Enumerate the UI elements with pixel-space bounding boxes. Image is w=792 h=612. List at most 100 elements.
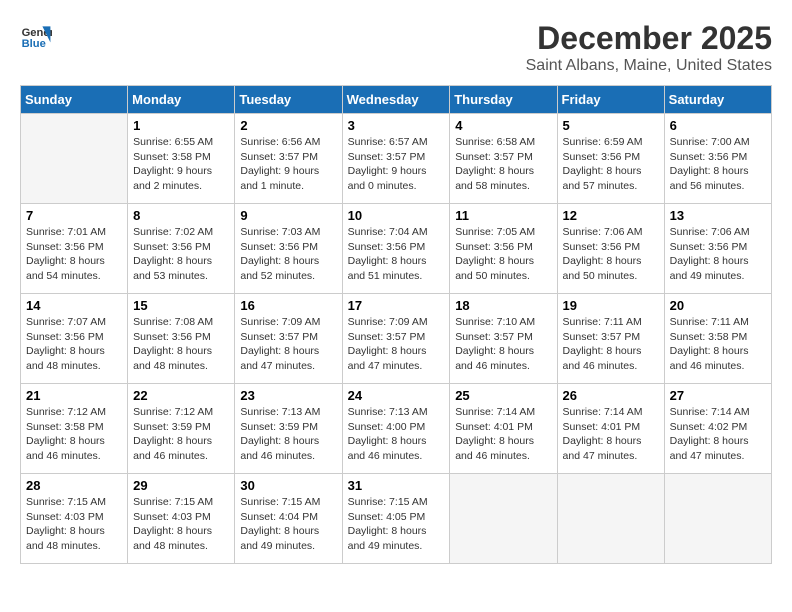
weekday-header: Thursday: [450, 86, 557, 114]
title-area: December 2025 Saint Albans, Maine, Unite…: [526, 20, 772, 75]
calendar-cell: 30 Sunrise: 7:15 AM Sunset: 4:04 PM Dayli…: [235, 474, 342, 564]
calendar-cell: 12Sunrise: 7:06 AM Sunset: 3:56 PM Dayli…: [557, 204, 664, 294]
day-number: 23: [240, 388, 336, 403]
calendar-cell: 21 Sunrise: 7:12 AM Sunset: 3:58 PM Dayli…: [21, 384, 128, 474]
calendar-cell: 9 Sunrise: 7:03 AM Sunset: 3:56 PM Daylig…: [235, 204, 342, 294]
day-info: Sunrise: 7:07 AM Sunset: 3:56 PM Dayligh…: [26, 315, 122, 374]
day-number: 9: [240, 208, 336, 223]
day-info: Sunrise: 7:03 AM Sunset: 3:56 PM Dayligh…: [240, 225, 336, 284]
day-number: 6: [670, 118, 766, 133]
day-info: Sunrise: 7:15 AM Sunset: 4:04 PM Dayligh…: [240, 495, 336, 554]
day-info: Sunrise: 7:01 AM Sunset: 3:56 PM Dayligh…: [26, 225, 122, 284]
calendar-table: SundayMondayTuesdayWednesdayThursdayFrid…: [20, 85, 772, 564]
day-info: Sunrise: 7:12 AM Sunset: 3:59 PM Dayligh…: [133, 405, 229, 464]
day-info: Sunrise: 7:15 AM Sunset: 4:03 PM Dayligh…: [26, 495, 122, 554]
calendar-cell: [21, 114, 128, 204]
day-number: 25: [455, 388, 551, 403]
day-info: Sunrise: 7:13 AM Sunset: 4:00 PM Dayligh…: [348, 405, 445, 464]
day-number: 19: [563, 298, 659, 313]
day-number: 17: [348, 298, 445, 313]
day-info: Sunrise: 7:09 AM Sunset: 3:57 PM Dayligh…: [240, 315, 336, 374]
calendar-cell: 29 Sunrise: 7:15 AM Sunset: 4:03 PM Dayli…: [128, 474, 235, 564]
calendar-cell: 14 Sunrise: 7:07 AM Sunset: 3:56 PM Dayli…: [21, 294, 128, 384]
calendar-week-row: 7Sunrise: 7:01 AM Sunset: 3:56 PM Daylig…: [21, 204, 772, 294]
day-info: Sunrise: 6:59 AM Sunset: 3:56 PM Dayligh…: [563, 135, 659, 194]
day-info: Sunrise: 7:05 AM Sunset: 3:56 PM Dayligh…: [455, 225, 551, 284]
calendar-cell: 4 Sunrise: 6:58 AM Sunset: 3:57 PM Daylig…: [450, 114, 557, 204]
day-number: 18: [455, 298, 551, 313]
day-number: 30: [240, 478, 336, 493]
day-info: Sunrise: 7:11 AM Sunset: 3:57 PM Dayligh…: [563, 315, 659, 374]
day-number: 26: [563, 388, 659, 403]
location-title: Saint Albans, Maine, United States: [526, 57, 772, 75]
calendar-cell: 25 Sunrise: 7:14 AM Sunset: 4:01 PM Dayli…: [450, 384, 557, 474]
day-info: Sunrise: 6:55 AM Sunset: 3:58 PM Dayligh…: [133, 135, 229, 194]
weekday-header: Tuesday: [235, 86, 342, 114]
calendar-week-row: 21 Sunrise: 7:12 AM Sunset: 3:58 PM Dayli…: [21, 384, 772, 474]
calendar-cell: 17 Sunrise: 7:09 AM Sunset: 3:57 PM Dayli…: [342, 294, 450, 384]
day-number: 21: [26, 388, 122, 403]
day-number: 28: [26, 478, 122, 493]
calendar-cell: 19 Sunrise: 7:11 AM Sunset: 3:57 PM Dayli…: [557, 294, 664, 384]
calendar-cell: 6 Sunrise: 7:00 AM Sunset: 3:56 PM Daylig…: [664, 114, 771, 204]
day-number: 2: [240, 118, 336, 133]
day-number: 4: [455, 118, 551, 133]
calendar-cell: 8 Sunrise: 7:02 AM Sunset: 3:56 PM Daylig…: [128, 204, 235, 294]
weekday-header: Saturday: [664, 86, 771, 114]
month-title: December 2025: [526, 20, 772, 57]
weekday-header: Sunday: [21, 86, 128, 114]
day-info: Sunrise: 7:08 AM Sunset: 3:56 PM Dayligh…: [133, 315, 229, 374]
calendar-cell: 1 Sunrise: 6:55 AM Sunset: 3:58 PM Daylig…: [128, 114, 235, 204]
day-info: Sunrise: 6:56 AM Sunset: 3:57 PM Dayligh…: [240, 135, 336, 194]
day-info: Sunrise: 7:11 AM Sunset: 3:58 PM Dayligh…: [670, 315, 766, 374]
day-info: Sunrise: 7:14 AM Sunset: 4:01 PM Dayligh…: [455, 405, 551, 464]
day-info: Sunrise: 7:12 AM Sunset: 3:58 PM Dayligh…: [26, 405, 122, 464]
day-info: Sunrise: 6:58 AM Sunset: 3:57 PM Dayligh…: [455, 135, 551, 194]
day-number: 8: [133, 208, 229, 223]
calendar-cell: 26 Sunrise: 7:14 AM Sunset: 4:01 PM Dayli…: [557, 384, 664, 474]
calendar-cell: 15Sunrise: 7:08 AM Sunset: 3:56 PM Dayli…: [128, 294, 235, 384]
calendar-cell: 5 Sunrise: 6:59 AM Sunset: 3:56 PM Daylig…: [557, 114, 664, 204]
day-number: 14: [26, 298, 122, 313]
day-info: Sunrise: 6:57 AM Sunset: 3:57 PM Dayligh…: [348, 135, 445, 194]
day-info: Sunrise: 7:04 AM Sunset: 3:56 PM Dayligh…: [348, 225, 445, 284]
calendar-cell: 10 Sunrise: 7:04 AM Sunset: 3:56 PM Dayli…: [342, 204, 450, 294]
day-info: Sunrise: 7:00 AM Sunset: 3:56 PM Dayligh…: [670, 135, 766, 194]
day-number: 12: [563, 208, 659, 223]
day-info: Sunrise: 7:02 AM Sunset: 3:56 PM Dayligh…: [133, 225, 229, 284]
day-info: Sunrise: 7:14 AM Sunset: 4:02 PM Dayligh…: [670, 405, 766, 464]
day-info: Sunrise: 7:14 AM Sunset: 4:01 PM Dayligh…: [563, 405, 659, 464]
calendar-cell: 7Sunrise: 7:01 AM Sunset: 3:56 PM Daylig…: [21, 204, 128, 294]
day-info: Sunrise: 7:06 AM Sunset: 3:56 PM Dayligh…: [670, 225, 766, 284]
day-number: 29: [133, 478, 229, 493]
day-info: Sunrise: 7:10 AM Sunset: 3:57 PM Dayligh…: [455, 315, 551, 374]
day-number: 27: [670, 388, 766, 403]
day-number: 10: [348, 208, 445, 223]
weekday-header: Wednesday: [342, 86, 450, 114]
day-info: Sunrise: 7:15 AM Sunset: 4:03 PM Dayligh…: [133, 495, 229, 554]
calendar-cell: 24Sunrise: 7:13 AM Sunset: 4:00 PM Dayli…: [342, 384, 450, 474]
logo: General Blue: [20, 20, 52, 52]
day-number: 5: [563, 118, 659, 133]
day-info: Sunrise: 7:15 AM Sunset: 4:05 PM Dayligh…: [348, 495, 445, 554]
day-number: 11: [455, 208, 551, 223]
calendar-cell: 3Sunrise: 6:57 AM Sunset: 3:57 PM Daylig…: [342, 114, 450, 204]
day-number: 1: [133, 118, 229, 133]
day-info: Sunrise: 7:09 AM Sunset: 3:57 PM Dayligh…: [348, 315, 445, 374]
calendar-cell: [557, 474, 664, 564]
weekday-header: Monday: [128, 86, 235, 114]
day-number: 22: [133, 388, 229, 403]
calendar-cell: 28 Sunrise: 7:15 AM Sunset: 4:03 PM Dayli…: [21, 474, 128, 564]
calendar-cell: [450, 474, 557, 564]
calendar-cell: 18 Sunrise: 7:10 AM Sunset: 3:57 PM Dayli…: [450, 294, 557, 384]
day-info: Sunrise: 7:13 AM Sunset: 3:59 PM Dayligh…: [240, 405, 336, 464]
logo-icon: General Blue: [20, 20, 52, 52]
calendar-week-row: 1 Sunrise: 6:55 AM Sunset: 3:58 PM Daylig…: [21, 114, 772, 204]
page-header: General Blue December 2025 Saint Albans,…: [20, 20, 772, 75]
calendar-cell: 20Sunrise: 7:11 AM Sunset: 3:58 PM Dayli…: [664, 294, 771, 384]
calendar-cell: 27 Sunrise: 7:14 AM Sunset: 4:02 PM Dayli…: [664, 384, 771, 474]
calendar-week-row: 28 Sunrise: 7:15 AM Sunset: 4:03 PM Dayli…: [21, 474, 772, 564]
calendar-cell: 31Sunrise: 7:15 AM Sunset: 4:05 PM Dayli…: [342, 474, 450, 564]
calendar-cell: 2 Sunrise: 6:56 AM Sunset: 3:57 PM Daylig…: [235, 114, 342, 204]
calendar-header-row: SundayMondayTuesdayWednesdayThursdayFrid…: [21, 86, 772, 114]
